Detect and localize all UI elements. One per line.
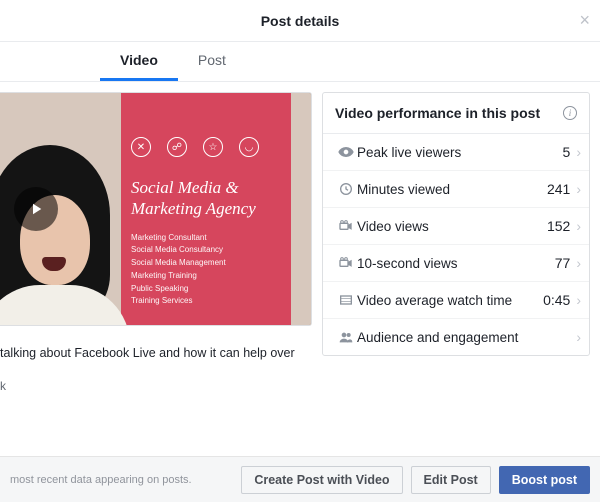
- modal-title: Post details: [261, 13, 340, 29]
- performance-panel-container: Video performance in this post i Peak li…: [312, 92, 590, 456]
- modal-footer: most recent data appearing on posts. Cre…: [0, 456, 600, 502]
- chevron-right-icon: ›: [576, 218, 581, 234]
- post-preview: ✕☍☆◡ Social Media & Marketing Agency Mar…: [0, 92, 312, 456]
- tab-video[interactable]: Video: [100, 42, 178, 81]
- create-post-with-video-button[interactable]: Create Post with Video: [241, 466, 402, 494]
- camera-icon: [335, 255, 357, 271]
- panel-title: Video performance in this post: [335, 105, 540, 121]
- presenter: [0, 135, 130, 325]
- chevron-right-icon: ›: [576, 181, 581, 197]
- clock-icon: [335, 181, 357, 197]
- video-card: ✕☍☆◡ Social Media & Marketing Agency Mar…: [0, 92, 312, 326]
- panel-header: Video performance in this post i: [323, 93, 589, 134]
- boost-post-button[interactable]: Boost post: [499, 466, 590, 494]
- performance-panel: Video performance in this post i Peak li…: [322, 92, 590, 356]
- metric-video-views[interactable]: Video views 152 ›: [323, 208, 589, 245]
- chevron-right-icon: ›: [576, 255, 581, 271]
- post-caption: talking about Facebook Live and how it c…: [0, 326, 312, 404]
- chevron-right-icon: ›: [576, 144, 581, 160]
- banner: ✕☍☆◡ Social Media & Marketing Agency Mar…: [121, 93, 291, 325]
- metric-minutes-viewed[interactable]: Minutes viewed 241 ›: [323, 171, 589, 208]
- chevron-right-icon: ›: [576, 292, 581, 308]
- banner-headline: Social Media & Marketing Agency: [131, 177, 281, 220]
- tab-post[interactable]: Post: [178, 42, 246, 81]
- footer-note: most recent data appearing on posts.: [10, 474, 233, 486]
- tabs: Video Post: [0, 42, 600, 82]
- chevron-right-icon: ›: [576, 329, 581, 345]
- eye-icon: [335, 144, 357, 160]
- modal-header: Post details ×: [0, 0, 600, 42]
- camera-icon: [335, 218, 357, 234]
- filmstrip-icon: [335, 292, 357, 308]
- metric-average-watch-time[interactable]: Video average watch time 0:45 ›: [323, 282, 589, 319]
- metric-audience-engagement[interactable]: Audience and engagement ›: [323, 319, 589, 355]
- info-icon[interactable]: i: [563, 106, 577, 120]
- modal-body: ✕☍☆◡ Social Media & Marketing Agency Mar…: [0, 82, 600, 456]
- edit-post-button[interactable]: Edit Post: [411, 466, 491, 494]
- metric-peak-live-viewers[interactable]: Peak live viewers 5 ›: [323, 134, 589, 171]
- video-thumbnail[interactable]: ✕☍☆◡ Social Media & Marketing Agency Mar…: [0, 93, 311, 325]
- metric-10-second-views[interactable]: 10-second views 77 ›: [323, 245, 589, 282]
- play-icon[interactable]: [14, 187, 58, 231]
- people-icon: [335, 329, 357, 345]
- close-icon[interactable]: ×: [579, 10, 590, 31]
